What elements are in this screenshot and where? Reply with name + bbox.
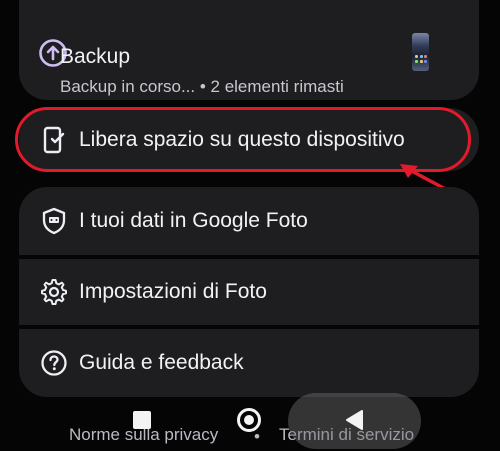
home-button[interactable] — [237, 408, 261, 432]
backup-status: Backup in corso... • 2 elementi rimasti — [60, 77, 344, 96]
settings-menu: I tuoi dati in Google Foto Impostazioni … — [19, 187, 479, 397]
menu-item-settings[interactable]: Impostazioni di Foto — [19, 259, 479, 325]
backup-thumbnail — [412, 33, 429, 71]
help-circle-icon — [40, 349, 68, 377]
menu-item-label: Impostazioni di Foto — [79, 280, 267, 303]
backup-title: Backup — [60, 45, 131, 68]
menu-item-label: I tuoi dati in Google Foto — [79, 209, 308, 232]
menu-item-help[interactable]: Guida e feedback — [19, 329, 479, 397]
free-space-label: Libera spazio su questo dispositivo — [79, 127, 405, 151]
back-icon[interactable] — [344, 409, 364, 431]
phone-check-icon — [40, 126, 68, 154]
gear-icon — [40, 278, 68, 306]
menu-item-data[interactable]: I tuoi dati in Google Foto — [19, 187, 479, 255]
shield-data-icon — [40, 207, 68, 235]
recents-button[interactable] — [133, 411, 151, 429]
menu-item-label: Guida e feedback — [79, 351, 244, 374]
system-navbar — [0, 390, 500, 451]
